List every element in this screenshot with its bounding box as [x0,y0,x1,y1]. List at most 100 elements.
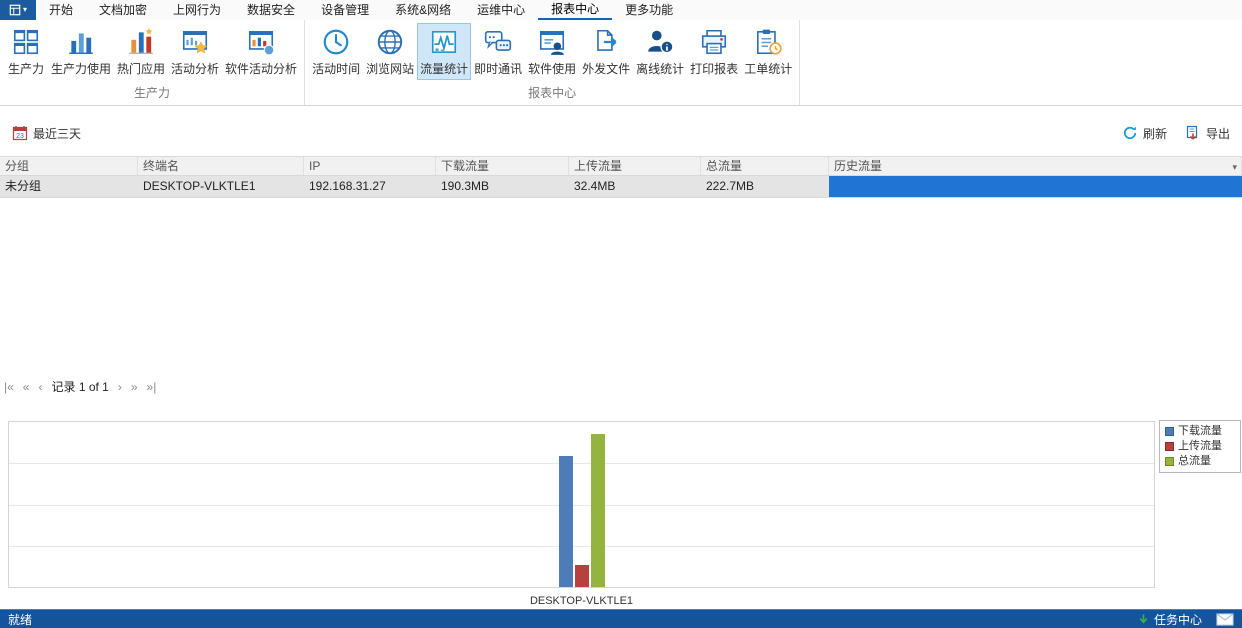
ribbon-button-label: 流量统计 [420,60,468,77]
productivity-usage-icon [66,27,96,57]
chart-gridline [9,546,1154,547]
ribbon-button-label: 活动分析 [171,60,219,77]
column-header-terminal[interactable]: 终端名 [138,157,304,175]
menu-item-data-security[interactable]: 数据安全 [234,0,308,20]
pager-record-label: 记录 1 of 1 [51,378,108,395]
ribbon-button-activity-time[interactable]: 活动时间 [309,23,363,80]
cell-ip: 192.168.31.27 [304,176,436,197]
instant-messaging-icon [483,27,513,57]
legend-item: 总流量 [1165,454,1235,469]
export-label: 导出 [1206,125,1230,142]
refresh-label: 刷新 [1143,125,1167,142]
legend-swatch [1165,457,1174,466]
legend-swatch [1165,427,1174,436]
activity-analysis-icon [180,27,210,57]
ribbon-button-browse-website[interactable]: 浏览网站 [363,23,417,80]
pager-prev-page-button[interactable]: « [23,380,30,394]
column-header-ip[interactable]: IP [304,157,436,175]
ribbon-button-label: 工单统计 [744,60,792,77]
print-report-icon [699,27,729,57]
table-row[interactable]: 未分组 DESKTOP-VLKTLE1 192.168.31.27 190.3M… [0,176,1242,198]
cell-download: 190.3MB [436,176,569,197]
ribbon-group-label: 报表中心 [305,82,799,105]
ribbon-button-software-usage[interactable]: 软件使用 [525,23,579,80]
column-header-upload[interactable]: 上传流量 [569,157,701,175]
ribbon-button-label: 活动时间 [312,60,360,77]
column-header-download[interactable]: 下载流量 [436,157,569,175]
ribbon-button-label: 生产力使用 [51,60,111,77]
ribbon-button-activity-analysis[interactable]: 活动分析 [168,23,222,80]
pager-first-button[interactable]: |« [4,380,14,394]
ribbon-button-label: 浏览网站 [366,60,414,77]
cell-upload: 32.4MB [569,176,701,197]
column-menu-button[interactable]: ▾ [1232,160,1237,175]
column-header-history[interactable]: 历史流量 ▾ [829,157,1242,175]
ribbon-group-label: 生产力 [0,82,304,105]
ribbon: 生产力 生产力使用 热门应用 活动分析 软件活动分析 生产力 [0,20,1242,106]
tab-report-center[interactable]: 报表中心 [538,0,612,20]
pager-last-button[interactable]: »| [147,380,157,394]
legend-swatch [1165,442,1174,451]
history-traffic-bar [829,176,1242,197]
ribbon-button-traffic-stats[interactable]: 流量统计 [417,23,471,80]
ribbon-group-productivity: 生产力 生产力使用 热门应用 活动分析 软件活动分析 生产力 [0,20,305,105]
ribbon-button-print-report[interactable]: 打印报表 [687,23,741,80]
pager-prev-button[interactable]: ‹ [38,380,42,394]
ribbon-button-productivity-usage[interactable]: 生产力使用 [48,23,114,80]
app-menu-button[interactable]: ▾ [0,0,36,20]
menu-item-device-management[interactable]: 设备管理 [308,0,382,20]
traffic-stats-icon [429,27,459,57]
cell-group: 未分组 [0,176,138,197]
ribbon-group-report-center: 活动时间 浏览网站 流量统计 即时通讯 软件使用 外发文件 [305,20,800,105]
column-header-total[interactable]: 总流量 [701,157,829,175]
pager-next-button[interactable]: › [118,380,122,394]
menu-item-system-network[interactable]: 系统&网络 [382,0,464,20]
ribbon-button-label: 外发文件 [582,60,630,77]
menu-item-doc-encryption[interactable]: 文档加密 [86,0,160,20]
export-button[interactable]: 导出 [1185,125,1230,142]
menu-item-home[interactable]: 开始 [36,0,86,20]
ribbon-button-hot-apps[interactable]: 热门应用 [114,23,168,80]
chart-category-label: DESKTOP-VLKTLE1 [8,595,1155,607]
refresh-button[interactable]: 刷新 [1122,125,1167,142]
ribbon-button-offline-stats[interactable]: 离线统计 [633,23,687,80]
ribbon-button-label: 软件使用 [528,60,576,77]
envelope-icon [1216,613,1234,626]
software-usage-icon [537,27,567,57]
chart-bar [575,565,589,587]
productivity-grid-icon [11,27,41,57]
refresh-icon [1122,125,1138,141]
menubar: ▾ 开始 文档加密 上网行为 数据安全 设备管理 系统&网络 运维中心 报表中心… [0,0,1242,20]
chart-gridline [9,463,1154,464]
app-logo-icon [9,4,21,16]
cell-terminal: DESKTOP-VLKTLE1 [138,176,304,197]
status-ready-label: 就绪 [8,611,32,628]
column-header-group[interactable]: 分组 [0,157,138,175]
menu-item-web-behavior[interactable]: 上网行为 [160,0,234,20]
message-tray-button[interactable] [1216,613,1234,626]
date-filter-button[interactable]: 23 最近三天 [12,125,81,142]
ribbon-button-label: 生产力 [8,60,44,77]
svg-text:23: 23 [16,133,24,140]
ribbon-button-instant-messaging[interactable]: 即时通讯 [471,23,525,80]
ribbon-button-work-order-stats[interactable]: 工单统计 [741,23,795,80]
cell-total: 222.7MB [701,176,829,197]
ribbon-button-outgoing-files[interactable]: 外发文件 [579,23,633,80]
menu-item-more-features[interactable]: 更多功能 [612,0,686,20]
traffic-table: 分组 终端名 IP 下载流量 上传流量 总流量 历史流量 ▾ 未分组 DESKT… [0,156,1242,198]
pager-next-page-button[interactable]: » [131,380,138,394]
ribbon-button-productivity[interactable]: 生产力 [4,23,48,80]
task-center-label: 任务中心 [1154,611,1202,628]
legend-label: 上传流量 [1178,439,1222,454]
column-header-history-label: 历史流量 [834,159,882,173]
task-center-button[interactable]: 任务中心 [1137,611,1202,628]
menu-item-ops-center[interactable]: 运维中心 [464,0,538,20]
ribbon-button-software-activity-analysis[interactable]: 软件活动分析 [222,23,300,80]
chart-bar [559,456,573,587]
ribbon-button-label: 打印报表 [690,60,738,77]
chart-bar [591,434,605,587]
cell-history [829,176,1242,197]
ribbon-button-label: 软件活动分析 [225,60,297,77]
calendar-icon: 23 [12,125,28,141]
hot-apps-icon [126,27,156,57]
